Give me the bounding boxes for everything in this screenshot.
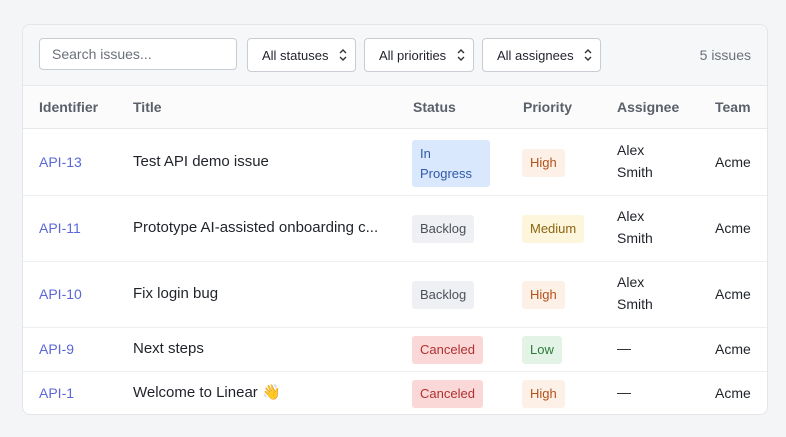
table-row[interactable]: API-1 Welcome to Linear 👋 Canceled High …	[23, 371, 767, 414]
issue-identifier[interactable]: API-1	[39, 385, 74, 401]
issue-title[interactable]: Welcome to Linear 👋	[133, 383, 383, 401]
team-name: Acme	[715, 341, 751, 357]
assignee-first-name: Alex	[617, 142, 645, 158]
issue-identifier[interactable]: API-13	[39, 154, 82, 170]
issue-count: 5 issues	[699, 47, 751, 63]
issue-identifier[interactable]: API-11	[39, 220, 81, 236]
table-row[interactable]: API-9 Next steps Canceled Low — Acme	[23, 327, 767, 372]
table-header: Identifier Title Status Priority Assigne…	[23, 86, 767, 129]
column-header-priority[interactable]: Priority	[523, 99, 572, 115]
priority-filter-value: All priorities	[379, 47, 447, 63]
issue-title[interactable]: Test API demo issue	[133, 153, 383, 170]
assignee-name: —	[617, 384, 631, 400]
column-header-assignee[interactable]: Assignee	[617, 99, 679, 115]
assignee-name: —	[617, 340, 631, 356]
assignee-first-name: Alex	[617, 208, 645, 224]
assignee-name: Alex Smith	[617, 205, 653, 249]
column-header-team[interactable]: Team	[715, 99, 751, 115]
assignee-filter-value: All assignees	[497, 47, 574, 63]
priority-badge: High	[522, 149, 565, 177]
status-badge: Backlog	[412, 215, 475, 243]
search-input[interactable]	[39, 38, 237, 70]
filter-toolbar: All statuses All priorities All assignee…	[23, 25, 767, 86]
assignee-last-name: Smith	[617, 296, 653, 312]
table-row[interactable]: API-11 Prototype AI-assisted onboarding …	[23, 195, 767, 262]
table-row[interactable]: API-13 Test API demo issue In Progress H…	[23, 129, 767, 196]
chevron-updown-icon	[457, 49, 465, 61]
priority-badge: Low	[522, 336, 562, 364]
team-name: Acme	[715, 154, 751, 170]
assignee-filter-select[interactable]: All assignees	[482, 38, 601, 72]
column-header-status[interactable]: Status	[413, 99, 456, 115]
assignee-last-name: Smith	[617, 230, 653, 246]
team-name: Acme	[715, 220, 751, 236]
priority-badge: High	[522, 380, 565, 408]
status-badge: Canceled	[412, 380, 483, 408]
assignee-last-name: Smith	[617, 164, 653, 180]
issue-title[interactable]: Next steps	[133, 340, 383, 357]
column-header-title[interactable]: Title	[133, 99, 162, 115]
issue-title[interactable]: Prototype AI-assisted onboarding c...	[133, 219, 383, 236]
issue-identifier[interactable]: API-10	[39, 286, 82, 302]
issues-card: All statuses All priorities All assignee…	[22, 24, 768, 415]
status-badge: Canceled	[412, 336, 483, 364]
status-filter-value: All statuses	[262, 47, 329, 63]
priority-badge: Medium	[522, 215, 585, 243]
team-name: Acme	[715, 385, 751, 401]
priority-badge: High	[522, 281, 565, 309]
priority-filter-select[interactable]: All priorities	[364, 38, 474, 72]
status-filter-select[interactable]: All statuses	[247, 38, 356, 72]
issue-title[interactable]: Fix login bug	[133, 285, 383, 302]
issue-identifier[interactable]: API-9	[39, 341, 74, 357]
assignee-name: Alex Smith	[617, 139, 653, 183]
table-row[interactable]: API-10 Fix login bug Backlog High Alex S…	[23, 261, 767, 328]
assignee-name: Alex Smith	[617, 271, 653, 315]
chevron-updown-icon	[584, 49, 592, 61]
assignee-first-name: Alex	[617, 274, 645, 290]
status-badge: In Progress	[412, 140, 490, 187]
chevron-updown-icon	[339, 49, 347, 61]
column-header-identifier[interactable]: Identifier	[39, 99, 98, 115]
team-name: Acme	[715, 286, 751, 302]
status-badge: Backlog	[412, 281, 475, 309]
